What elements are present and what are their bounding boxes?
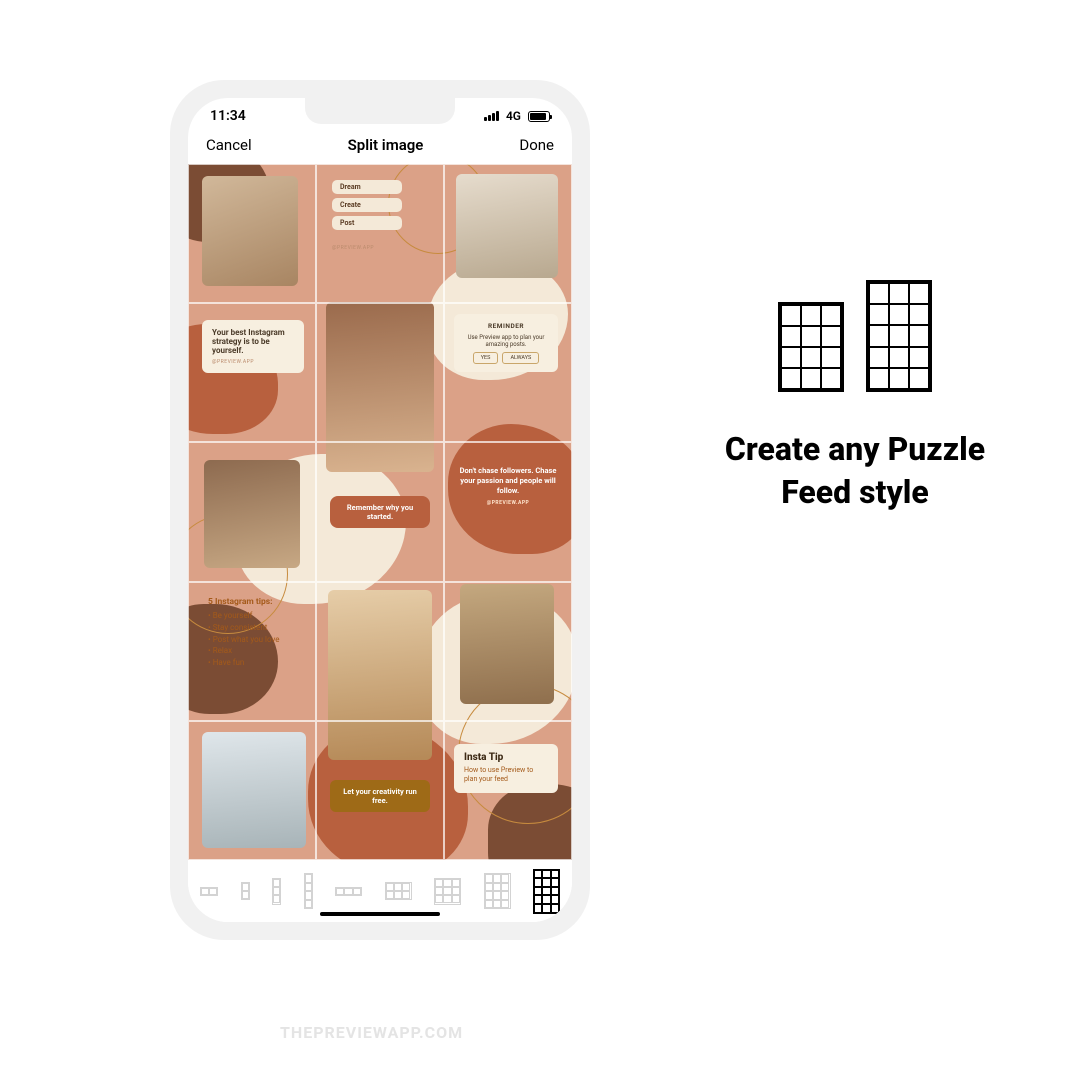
home-indicator[interactable] (320, 912, 440, 916)
phone-screen: 11:34 4G Cancel Split image Done (188, 98, 572, 922)
chip: Post (332, 216, 402, 230)
tip-item: • Be yourself (208, 610, 318, 622)
grid-icons (778, 280, 932, 392)
layout-option-1x2[interactable] (241, 882, 250, 900)
grid-icon-3x5 (866, 280, 932, 392)
signal-icon (484, 111, 499, 121)
photo-placeholder (456, 174, 558, 278)
tip-item: • Stay consistent (208, 622, 318, 634)
layout-option-2x1[interactable] (200, 887, 218, 896)
cancel-button[interactable]: Cancel (206, 136, 252, 154)
quote-text: Your best Instagram strategy is to be yo… (212, 328, 285, 355)
photo-placeholder (326, 302, 434, 472)
layout-option-3x3[interactable] (434, 878, 461, 905)
quote-bubble: Let your creativity run free. (330, 780, 430, 812)
phone-notch (305, 98, 455, 124)
handle-tag: @PREVIEW.APP (332, 245, 374, 251)
photo-placeholder (204, 460, 300, 568)
photo-placeholder (202, 732, 306, 848)
layout-option-1x4[interactable] (304, 873, 313, 909)
photo-placeholder (202, 176, 298, 286)
grid-icon-3x4 (778, 302, 844, 392)
handle-tag: @PREVIEW.APP (456, 500, 560, 507)
screen-title: Split image (348, 136, 424, 154)
tip-item: • Relax (208, 645, 318, 657)
quote-bubble: Remember why you started. (330, 496, 430, 528)
tip-item: • Have fun (208, 657, 318, 669)
tagline: Create any Puzzle Feed style (720, 428, 990, 514)
reminder-title: REMINDER (464, 322, 548, 330)
chip: Create (332, 198, 402, 212)
layout-option-3x4[interactable] (484, 873, 511, 909)
layout-option-3x5[interactable] (533, 869, 560, 914)
done-button[interactable]: Done (519, 136, 554, 154)
nav-bar: Cancel Split image Done (188, 128, 572, 164)
chip-stack: Dream Create Post @PREVIEW.APP (332, 180, 402, 253)
battery-icon (528, 111, 550, 122)
watermark: THEPREVIEWAPP.COM (280, 1023, 463, 1042)
puzzle-feed-canvas[interactable]: Dream Create Post @PREVIEW.APP Your best… (188, 164, 572, 860)
reminder-body: Use Preview app to plan your amazing pos… (464, 334, 548, 348)
handle-tag: @PREVIEW.APP (212, 359, 294, 365)
layout-option-1x3[interactable] (272, 878, 281, 905)
reminder-yes: YES (473, 352, 499, 364)
quote-text: Don't chase followers. Chase your passio… (456, 466, 560, 507)
tip-card-title: Insta Tip (464, 752, 548, 763)
reminder-always: ALWAYS (502, 352, 539, 364)
right-panel: Create any Puzzle Feed style (720, 280, 990, 514)
layout-option-3x2[interactable] (385, 882, 412, 900)
reminder-card: REMINDER Use Preview app to plan your am… (454, 314, 558, 372)
tips-title: 5 Instagram tips: (208, 596, 318, 608)
network-label: 4G (506, 109, 521, 123)
status-time: 11:34 (210, 108, 246, 124)
quote-card: Your best Instagram strategy is to be yo… (202, 320, 304, 373)
tip-item: • Post what you love (208, 634, 318, 646)
tip-card-body: How to use Preview to plan your feed (464, 766, 548, 785)
tip-card: Insta Tip How to use Preview to plan you… (454, 744, 558, 793)
photo-placeholder (460, 584, 554, 704)
phone-frame: 11:34 4G Cancel Split image Done (170, 80, 590, 940)
layout-option-3x1[interactable] (335, 887, 362, 896)
photo-placeholder (328, 590, 432, 760)
chip: Dream (332, 180, 402, 194)
tips-card: 5 Instagram tips: • Be yourself • Stay c… (208, 596, 318, 668)
